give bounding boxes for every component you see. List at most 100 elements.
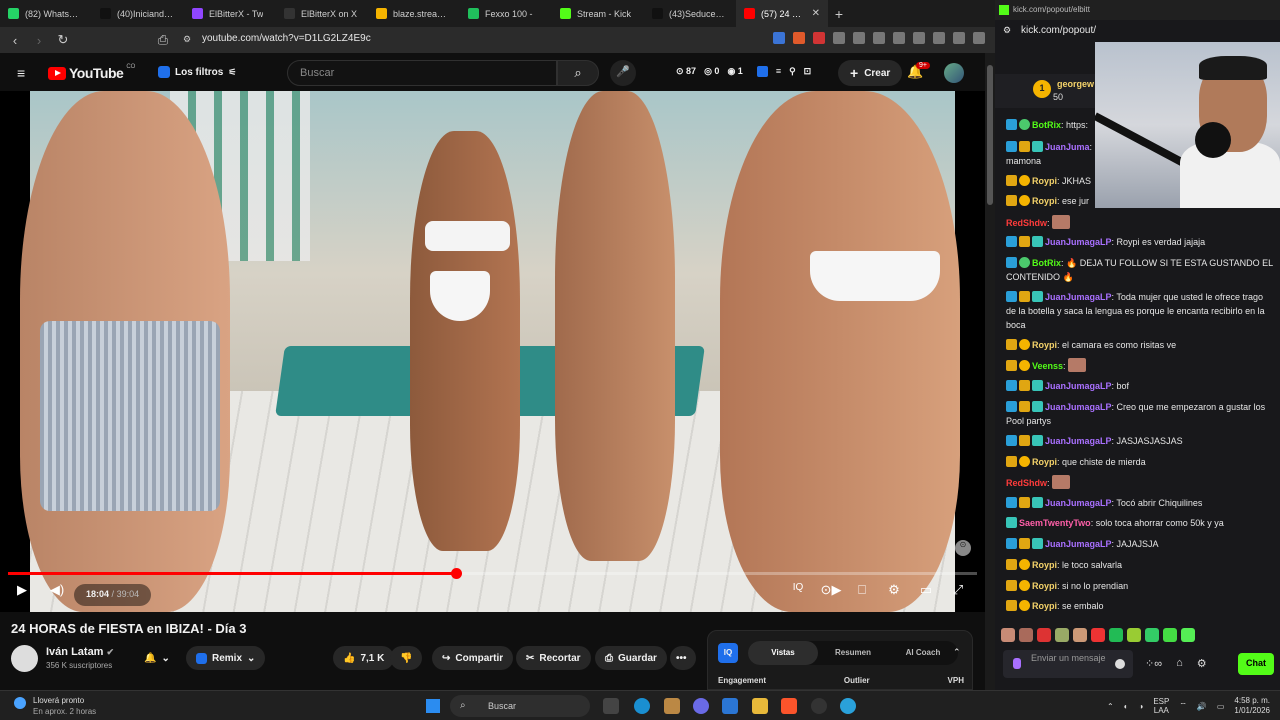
chat-username[interactable]: Roypi [1032, 457, 1057, 467]
channel-name[interactable]: Iván Latam ✔ [46, 646, 114, 658]
badge-icon[interactable] [1019, 401, 1030, 412]
chat-username[interactable]: JuanJumagaLP [1045, 237, 1112, 247]
chevron-up-icon[interactable]: ⌃ [1107, 702, 1114, 711]
network-icon[interactable]: ⌔ [1179, 701, 1187, 711]
browser-tab[interactable]: ElBitterX on X [276, 0, 368, 27]
chat-username[interactable]: BotRix [1032, 258, 1061, 268]
wallet-icon[interactable] [913, 32, 925, 44]
badge-icon[interactable] [1019, 291, 1030, 302]
windows-start-icon[interactable] [426, 699, 440, 713]
browser-tab[interactable]: (82) WhatsApp [0, 0, 92, 27]
emote-icon[interactable] [1001, 628, 1015, 642]
browser-tab[interactable]: ElBitterX - Tw [184, 0, 276, 27]
badge-icon[interactable] [1019, 538, 1030, 549]
badge-icon[interactable] [1019, 175, 1030, 186]
language-indicator[interactable]: ESP LAA [1153, 697, 1169, 715]
subtitles-icon[interactable]: ⎕ [849, 582, 875, 606]
extension-icon[interactable]: ⊡ [804, 66, 812, 77]
channel-avatar[interactable] [11, 645, 38, 672]
fullscreen-icon[interactable]: ⤢ [945, 582, 971, 606]
emote-icon[interactable] [1037, 628, 1051, 642]
autoplay-toggle[interactable]: ⊙▶ [818, 582, 844, 606]
extension-icon[interactable] [756, 66, 768, 77]
back-arrow-icon[interactable]: ‹ [8, 33, 22, 48]
telegram-icon[interactable] [840, 698, 856, 714]
chat-username[interactable]: JuanJumagaLP [1045, 498, 1112, 508]
sidebar-icon[interactable] [893, 32, 905, 44]
tab-vistas[interactable]: Vistas [748, 641, 818, 665]
emote-icon[interactable] [1109, 628, 1123, 642]
photos-icon[interactable] [664, 698, 680, 714]
tab-ai-coach[interactable]: AI Coach [888, 641, 958, 665]
share-button[interactable]: ↪ Compartir [432, 646, 514, 670]
badge-icon[interactable] [1019, 559, 1030, 570]
site-info-icon[interactable]: ⚙ [180, 34, 194, 45]
chat-username[interactable]: JuanJumagaLP [1045, 381, 1112, 391]
chat-username[interactable]: JuanJumagaLP [1045, 436, 1112, 446]
chat-username[interactable]: Roypi [1032, 176, 1057, 186]
extension-icon[interactable]: ⚲ [789, 66, 796, 77]
chat-username[interactable]: Roypi [1032, 340, 1057, 350]
badge-icon[interactable] [1019, 195, 1030, 206]
brave-icon[interactable] [781, 698, 797, 714]
extension-icon[interactable]: ≡ [776, 66, 781, 77]
popout-url[interactable]: ⚙ kick.com/popout/ [995, 20, 1280, 42]
badge-icon[interactable] [1006, 538, 1017, 549]
emote-icon[interactable] [1181, 628, 1195, 642]
clip-button[interactable]: ✂ Recortar [516, 646, 591, 670]
badge-icon[interactable] [1006, 119, 1017, 130]
chat-username[interactable]: SaemTwentyTwo [1019, 518, 1091, 528]
filters-button[interactable]: Los filtros ⚟ [150, 61, 244, 83]
volume-icon[interactable]: ◀) [44, 582, 70, 606]
youtube-logo[interactable]: YouTube CO [48, 64, 135, 81]
video-player[interactable]: ⊙ ▶ ◀) 18:04 / 39:04 IQ ⊙▶ ⎕ ⚙ ▭ ⤢ [0, 91, 985, 612]
badge-icon[interactable] [1019, 456, 1030, 467]
dislike-button[interactable]: 👎 [390, 646, 422, 670]
notification-preferences-button[interactable]: 🔔 ⌄ [134, 646, 180, 670]
chat-username[interactable]: Veenss [1032, 361, 1063, 371]
badge-icon[interactable] [1006, 175, 1017, 186]
chat-input[interactable]: Enviar un mensaje [1003, 650, 1133, 678]
badge-icon[interactable] [1006, 257, 1017, 268]
badge-icon[interactable] [1032, 538, 1043, 549]
browser-tab[interactable]: Stream - Kick [552, 0, 644, 27]
badge-icon[interactable] [1006, 141, 1017, 152]
chat-username[interactable]: RedShdw [1006, 478, 1047, 488]
user-avatar[interactable] [944, 63, 964, 83]
badge-icon[interactable] [1019, 119, 1030, 130]
badge-icon[interactable] [1019, 600, 1030, 611]
vpn-icon[interactable] [953, 32, 965, 44]
chat-username[interactable]: JuanJumagaLP [1045, 402, 1112, 412]
badge-icon[interactable] [1032, 141, 1043, 152]
badge-icon[interactable] [1019, 236, 1030, 247]
badge-icon[interactable] [1019, 580, 1030, 591]
badge-icon[interactable] [1006, 236, 1017, 247]
chat-username[interactable]: Roypi [1032, 581, 1057, 591]
new-tab-button[interactable]: + [828, 6, 850, 22]
search-input[interactable]: Buscar [287, 60, 557, 86]
badge-icon[interactable] [1032, 435, 1043, 446]
badge-icon[interactable] [1006, 497, 1017, 508]
app-tray-icon[interactable]: ◐ [1124, 702, 1129, 711]
search-button[interactable]: ⌕ [557, 60, 599, 86]
app-tray-icon[interactable]: ◑ [1138, 702, 1143, 711]
badge-icon[interactable] [1006, 195, 1017, 206]
emote-icon[interactable] [1019, 628, 1033, 642]
badge-icon[interactable] [1019, 339, 1030, 350]
chat-username[interactable]: Roypi [1032, 560, 1057, 570]
save-button[interactable]: ⎙ Guardar [595, 646, 667, 670]
close-tab-icon[interactable]: ✕ [812, 8, 820, 19]
voice-search-button[interactable]: 🎤 [610, 60, 636, 86]
chat-username[interactable]: RedShdw [1006, 218, 1047, 228]
badge-icon[interactable] [1019, 497, 1030, 508]
extension-icon[interactable] [793, 32, 805, 44]
menu-icon[interactable] [973, 32, 985, 44]
more-actions-button[interactable]: ••• [670, 646, 696, 670]
volume-icon[interactable]: 🔊 [1197, 702, 1207, 711]
leo-icon[interactable] [933, 32, 945, 44]
emote-icon[interactable] [1091, 628, 1105, 642]
browser-tab[interactable]: Fexxo 100 - [460, 0, 552, 27]
badge-icon[interactable] [1006, 380, 1017, 391]
badge-icon[interactable] [1006, 456, 1017, 467]
extension-icon[interactable] [813, 32, 825, 44]
